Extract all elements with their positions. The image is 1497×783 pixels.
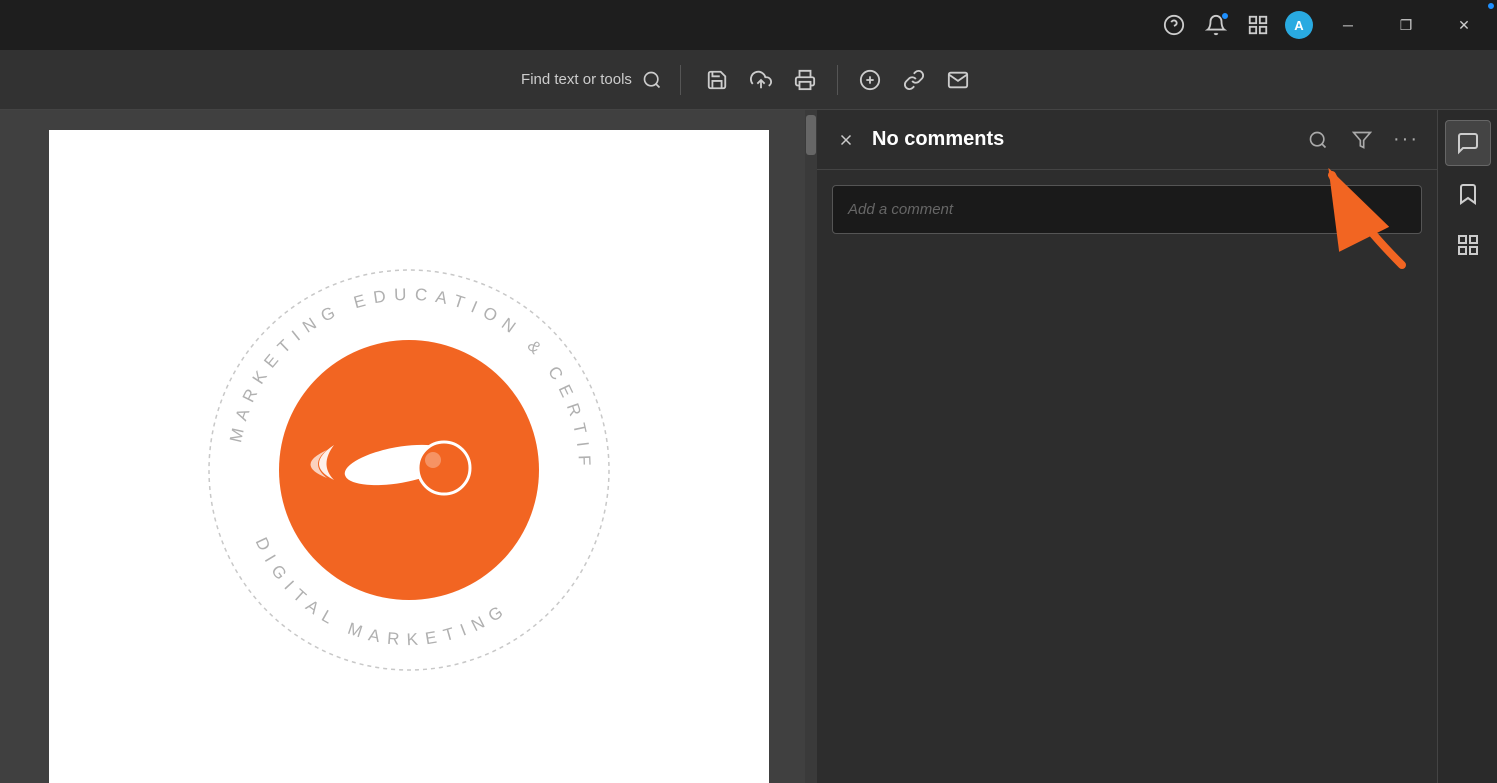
toolbar-divider-2 [837,65,838,95]
comments-header: No comments ··· [817,110,1437,170]
scrollbar[interactable] [805,110,817,783]
maximize-button[interactable]: ❐ [1383,9,1429,41]
search-area: Find text or tools [20,62,1477,98]
minimize-button[interactable]: ─ [1325,9,1371,41]
scroll-thumb[interactable] [806,115,816,155]
logo-svg: MARKETING EDUCATION & CERTIFICATION DIGI… [189,250,629,690]
email-button[interactable] [940,62,976,98]
sidebar-comments-button[interactable] [1445,120,1491,166]
upload-button[interactable] [743,62,779,98]
comment-input-area: Add a comment [817,170,1437,249]
sidebar-bookmarks-button[interactable] [1445,171,1491,217]
save-button[interactable] [699,62,735,98]
print-button[interactable] [787,62,823,98]
user-avatar[interactable]: A [1285,11,1313,39]
add-comment-placeholder: Add a comment [848,201,953,218]
pdf-page: MARKETING EDUCATION & CERTIFICATION DIGI… [49,130,769,783]
search-icon [642,70,662,90]
toolbar-divider-1 [680,65,681,95]
search-box[interactable]: Find text or tools [521,70,662,90]
link-button[interactable] [896,62,932,98]
comments-title: No comments [872,128,1290,151]
close-button[interactable]: ✕ [1441,9,1487,41]
pdf-area: MARKETING EDUCATION & CERTIFICATION DIGI… [0,110,817,783]
comments-filter-icon[interactable] [1346,124,1378,156]
comments-search-icon[interactable] [1302,124,1334,156]
close-panel-button[interactable] [832,126,860,154]
help-icon[interactable] [1159,10,1189,40]
main-area: MARKETING EDUCATION & CERTIFICATION DIGI… [0,110,1497,783]
comments-panel: No comments ··· Add a comment [817,110,1437,783]
apps-icon[interactable] [1243,10,1273,40]
annotate-button[interactable] [852,62,888,98]
title-bar: A ─ ❐ ✕ [0,0,1497,50]
apps-dot [1487,2,1495,10]
sidebar-grid-button[interactable] [1445,222,1491,268]
add-comment-input[interactable]: Add a comment [832,185,1422,234]
notification-dot [1221,12,1229,20]
notification-icon[interactable] [1201,10,1231,40]
toolbar: Find text or tools [0,50,1497,110]
search-text: Find text or tools [521,71,632,88]
comments-more-icon[interactable]: ··· [1390,124,1422,156]
right-sidebar [1437,110,1497,783]
